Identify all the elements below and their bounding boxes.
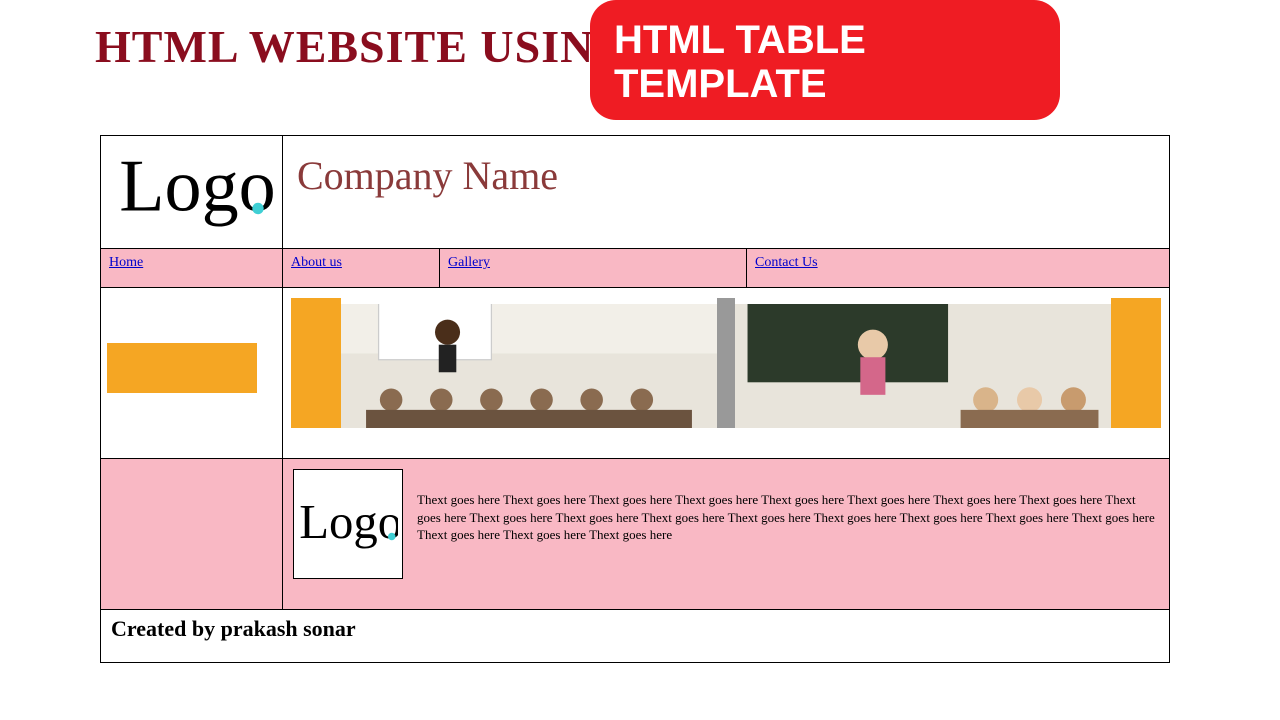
badge-line1: HTML TABLE (614, 18, 1036, 62)
nav-contact-link[interactable]: Contact Us (755, 255, 818, 270)
banner-photo-1 (341, 304, 717, 428)
company-name: Company Name (297, 152, 1155, 199)
nav-about-link[interactable]: About us (291, 255, 342, 270)
nav-home-link[interactable]: Home (109, 255, 143, 270)
footer-text: Created by prakash sonar (111, 616, 356, 641)
banner-photo-2 (735, 304, 1111, 428)
banner-main-cell (283, 288, 1170, 459)
orange-strip-left (291, 298, 341, 428)
orange-block (107, 343, 257, 393)
svg-text:Logo: Logo (299, 495, 398, 549)
content-body-text: Thext goes here Thext goes here Thext go… (417, 469, 1159, 544)
nav-gallery-link[interactable]: Gallery (448, 255, 490, 270)
badge-line2: TEMPLATE (614, 62, 1036, 106)
content-side-cell (101, 459, 283, 610)
logo-cell: Logo (101, 136, 283, 249)
content-main-cell: Logo Thext goes here Thext goes here The… (283, 459, 1170, 610)
banner-divider (717, 298, 735, 428)
nav-home-cell[interactable]: Home (101, 249, 283, 288)
title-badge: HTML TABLE TEMPLATE (590, 0, 1060, 120)
content-logo-icon: Logo (298, 474, 398, 574)
nav-contact-cell[interactable]: Contact Us (747, 249, 1170, 288)
content-logo-box: Logo (293, 469, 403, 579)
svg-text:Logo: Logo (119, 145, 274, 227)
banner-side-cell (101, 288, 283, 459)
layout-table: Logo Company Name Home About us Gallery … (100, 135, 1170, 663)
page-heading: HTML WEBSITE USING (95, 20, 631, 73)
footer-cell: Created by prakash sonar (101, 610, 1170, 663)
orange-strip-right (1111, 298, 1161, 428)
company-name-cell: Company Name (283, 136, 1170, 249)
logo-icon: Logo (109, 142, 274, 237)
nav-gallery-cell[interactable]: Gallery (440, 249, 747, 288)
nav-about-cell[interactable]: About us (283, 249, 440, 288)
